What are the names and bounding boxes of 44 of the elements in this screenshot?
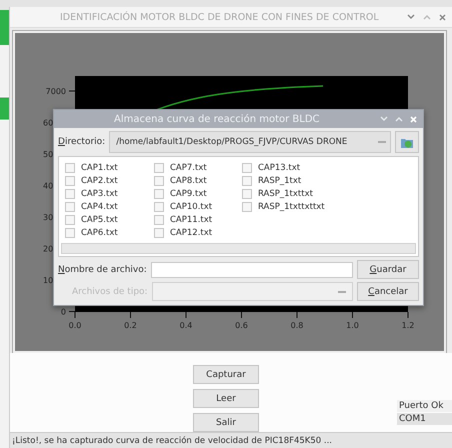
- file-item[interactable]: CAP2.txt: [65, 174, 154, 187]
- port-status: Puerto Ok: [397, 400, 452, 412]
- y-tick-label: 7000: [46, 87, 66, 96]
- cancel-button[interactable]: Cancelar: [357, 282, 419, 301]
- file-item[interactable]: CAP8.txt: [154, 174, 242, 187]
- x-tick-label: 1.2: [402, 321, 414, 330]
- file-item[interactable]: CAP7.txt: [154, 161, 242, 174]
- file-item[interactable]: CAP12.txt: [154, 226, 242, 239]
- file-item[interactable]: CAP6.txt: [65, 226, 154, 239]
- y-tick-label: 10: [43, 276, 54, 285]
- file-item[interactable]: CAP5.txt: [65, 213, 154, 226]
- y-tick-label: 40: [43, 182, 54, 190]
- y-tick-label: 60: [43, 118, 54, 128]
- file-item[interactable]: RASP_1txt: [242, 174, 412, 187]
- action-button[interactable]: Capturar: [193, 365, 259, 384]
- y-tick-label: 50: [43, 150, 54, 159]
- y-tick-label: 0: [60, 308, 66, 316]
- x-tick-label: 0.8: [290, 321, 304, 330]
- file-item[interactable]: CAP11.txt: [154, 213, 242, 226]
- action-button[interactable]: Salir: [193, 413, 259, 432]
- file-item[interactable]: CAP9.txt: [154, 187, 242, 200]
- file-item[interactable]: CAP13.txt: [242, 161, 412, 174]
- file-item[interactable]: CAP3.txt: [65, 187, 154, 200]
- directory-label: Directorio:: [58, 137, 106, 147]
- file-item[interactable]: RASP_1txttxt: [242, 187, 412, 200]
- port-name: COM1: [397, 413, 452, 425]
- action-button[interactable]: Leer: [193, 389, 259, 408]
- file-item[interactable]: RASP_1txttxttxt: [242, 200, 412, 213]
- x-tick-label: 1.0: [346, 321, 359, 330]
- y-tick-label: 30: [43, 213, 54, 222]
- x-tick-label: 0.2: [124, 321, 137, 330]
- x-tick-label: 0.6: [235, 321, 248, 330]
- x-tick-label: 0.4: [180, 321, 192, 330]
- dialog-title: Almacena curva de reacción motor BLDC: [114, 114, 321, 124]
- window-title: IDENTIFICACIÓN MOTOR BLDC DE DRONE CON FINES DE CONTROL: [60, 12, 380, 22]
- filename-label: Nombre de archivo:: [58, 264, 147, 274]
- file-item[interactable]: CAP4.txt: [65, 200, 154, 213]
- file-item[interactable]: CAP10.txt: [154, 200, 242, 213]
- save-button[interactable]: Guardar: [357, 260, 419, 279]
- file-item[interactable]: CAP1.txt: [65, 161, 154, 174]
- status-bar: ¡Listo!, se ha capturado curva de reacción de velocidad de PIC18F45K50 ...: [10, 432, 452, 448]
- y-tick-label: 20: [43, 244, 54, 254]
- directory-dropdown[interactable]: /home/labfault1/Desktop/PROGS_FJVP/CURVAS DRONE: [109, 131, 391, 153]
- x-tick-label: 0.0: [68, 321, 82, 330]
